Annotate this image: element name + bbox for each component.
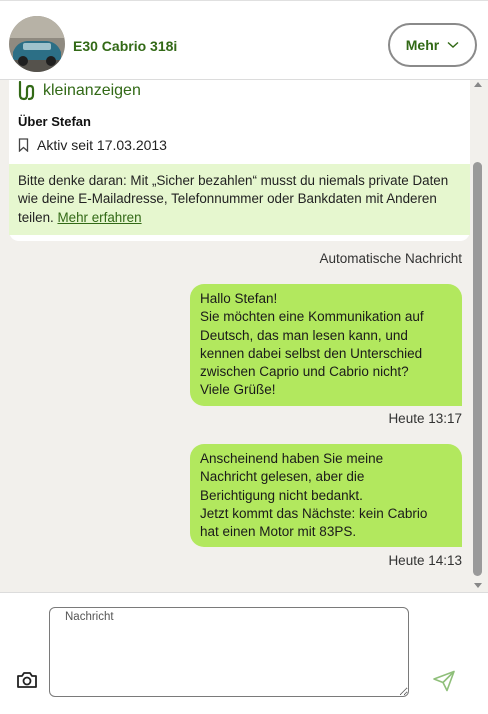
active-since-row: Aktiv seit 17.03.2013 [18,137,167,153]
send-icon[interactable] [432,670,456,697]
message-line: Jetzt kommt das Nächste: kein Cabrio [200,505,428,521]
safety-notice: Bitte denke daran: Mit „Sicher bezahlen“… [9,164,470,235]
scroll-down-arrow-icon[interactable] [474,583,482,588]
more-button-label: Mehr [405,37,440,53]
brand-name: kleinanzeigen [43,82,141,99]
active-since-text: Aktiv seit 17.03.2013 [37,137,167,153]
message-line: Sie möchten eine Kommunikation auf [200,309,424,325]
message-input[interactable] [49,607,409,697]
chat-header: E30 Cabrio 318i Mehr [0,0,488,80]
listing-thumbnail[interactable] [9,16,65,72]
bookmark-icon [18,138,29,152]
listing-title[interactable]: E30 Cabrio 318i [73,38,177,54]
message-line: Viele Grüße! [200,382,276,398]
message-bubble: Anscheinend haben Sie meine Nachricht ge… [190,444,462,548]
message-line: Hallo Stefan! [200,291,278,306]
message-line: Deutsch, das man lesen kann, und [200,327,408,343]
brand-logo: kleinanzeigen [17,81,141,101]
chat-scrollbar[interactable] [472,80,483,592]
message-bubble: Hallo Stefan! Sie möchten eine Kommunika… [190,284,462,406]
message-line: Anscheinend haben Sie meine [200,451,384,466]
compose-area: Nachricht [0,592,488,714]
kleinanzeigen-logo-icon [18,81,35,101]
message-line: Nachricht gelesen, aber die [200,469,365,485]
learn-more-link[interactable]: Mehr erfahren [57,210,141,225]
camera-icon[interactable] [16,671,38,694]
about-seller-title: Über Stefan [18,114,91,129]
automatic-message-label: Automatische Nachricht [319,251,462,266]
message-line: zwischen Caprio und Cabrio nicht? [200,364,409,380]
message-line: Berichtigung nicht bedankt. [200,487,363,503]
chevron-down-icon [447,41,459,48]
scroll-up-arrow-icon[interactable] [474,82,482,87]
message-line: hat einen Motor mit 83PS. [200,524,357,540]
message-timestamp: Heute 13:17 [388,411,462,426]
chat-area[interactable]: kleinanzeigen Über Stefan Aktiv seit 17.… [0,80,488,592]
scrollbar-thumb[interactable] [473,162,482,576]
seller-info-card: kleinanzeigen Über Stefan Aktiv seit 17.… [9,80,470,241]
message-line: kennen dabei selbst den Unterschied [200,345,423,361]
more-button[interactable]: Mehr [388,23,477,67]
message-timestamp: Heute 14:13 [388,553,462,568]
